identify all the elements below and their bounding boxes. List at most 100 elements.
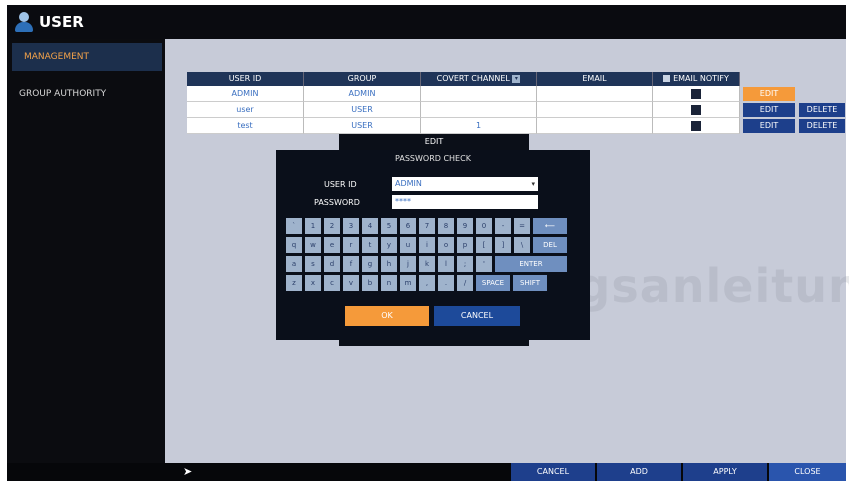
key[interactable]: 3 — [343, 218, 359, 234]
key[interactable]: a — [286, 256, 302, 272]
space-key[interactable]: SPACE — [476, 275, 510, 291]
key[interactable]: 0 — [476, 218, 492, 234]
key[interactable]: z — [286, 275, 302, 291]
cell-notify — [653, 118, 740, 134]
dialog-cancel-button[interactable]: CANCEL — [434, 306, 520, 326]
title-bar: USER — [7, 5, 846, 39]
key[interactable]: - — [495, 218, 511, 234]
cell-group: USER — [304, 118, 421, 134]
backspace-key[interactable]: ⟵ — [533, 218, 567, 234]
ok-button[interactable]: OK — [345, 306, 429, 326]
key[interactable]: [ — [476, 237, 492, 253]
key[interactable]: 6 — [400, 218, 416, 234]
close-button[interactable]: CLOSE — [769, 463, 846, 481]
notify-checkbox[interactable] — [691, 104, 701, 115]
key[interactable]: = — [514, 218, 530, 234]
col-user-id[interactable]: USER ID — [187, 72, 304, 86]
table-row[interactable]: ADMIN ADMIN — [187, 86, 740, 102]
mouse-cursor-icon: ➤ — [183, 465, 193, 478]
notify-checkbox[interactable] — [691, 120, 701, 131]
key[interactable]: p — [457, 237, 473, 253]
notify-checkbox[interactable] — [691, 88, 701, 99]
key[interactable]: 7 — [419, 218, 435, 234]
edit-button-row2[interactable]: EDIT — [743, 103, 795, 117]
key[interactable]: m — [400, 275, 416, 291]
key[interactable]: h — [381, 256, 397, 272]
sidebar-item-group-authority[interactable]: GROUP AUTHORITY — [7, 77, 165, 111]
apply-button[interactable]: APPLY — [683, 463, 767, 481]
key[interactable]: o — [438, 237, 454, 253]
sidebar-item-management[interactable]: MANAGEMENT — [12, 43, 162, 71]
key[interactable]: f — [343, 256, 359, 272]
key[interactable]: ] — [495, 237, 511, 253]
key[interactable]: b — [362, 275, 378, 291]
password-check-dialog: PASSWORD CHECK USER ID ADMIN ▾ PASSWORD … — [276, 150, 590, 340]
user-id-label: USER ID — [324, 180, 357, 189]
cell-group: USER — [304, 102, 421, 118]
cell-covert — [421, 86, 537, 102]
del-key[interactable]: DEL — [533, 237, 567, 253]
edit-button-row1[interactable]: EDIT — [743, 87, 795, 101]
backspace-icon: ⟵ — [544, 222, 556, 230]
table-row[interactable]: test USER 1 — [187, 118, 740, 134]
key[interactable]: t — [362, 237, 378, 253]
table-row[interactable]: user USER — [187, 102, 740, 118]
key[interactable]: v — [343, 275, 359, 291]
col-email-notify[interactable]: EMAIL NOTIFY — [653, 72, 740, 86]
key[interactable]: 5 — [381, 218, 397, 234]
key[interactable]: ` — [286, 218, 302, 234]
key[interactable]: . — [438, 275, 454, 291]
key[interactable]: 2 — [324, 218, 340, 234]
edit-button-row3[interactable]: EDIT — [743, 119, 795, 133]
key[interactable]: w — [305, 237, 321, 253]
key[interactable]: s — [305, 256, 321, 272]
key[interactable]: \ — [514, 237, 530, 253]
key[interactable]: u — [400, 237, 416, 253]
sidebar: MANAGEMENT GROUP AUTHORITY — [7, 39, 165, 463]
key[interactable]: 1 — [305, 218, 321, 234]
key[interactable]: d — [324, 256, 340, 272]
col-covert-channel[interactable]: COVERT CHANNEL ▾ — [421, 72, 537, 86]
key[interactable]: j — [400, 256, 416, 272]
window-title: USER — [39, 13, 84, 31]
enter-key[interactable]: ENTER — [495, 256, 567, 272]
key[interactable]: k — [419, 256, 435, 272]
key[interactable]: 8 — [438, 218, 454, 234]
bottom-bar: ➤ CANCEL ADD APPLY CLOSE — [7, 463, 846, 481]
chevron-down-icon: ▾ — [531, 180, 535, 188]
cancel-button[interactable]: CANCEL — [511, 463, 595, 481]
key[interactable]: , — [419, 275, 435, 291]
chevron-down-icon[interactable]: ▾ — [512, 74, 521, 83]
key[interactable]: r — [343, 237, 359, 253]
key[interactable]: 9 — [457, 218, 473, 234]
cell-email — [537, 118, 653, 134]
delete-button-row2[interactable]: DELETE — [799, 103, 845, 117]
key[interactable]: q — [286, 237, 302, 253]
cell-covert — [421, 102, 537, 118]
key[interactable]: ; — [457, 256, 473, 272]
key[interactable]: y — [381, 237, 397, 253]
key[interactable]: / — [457, 275, 473, 291]
add-button[interactable]: ADD — [597, 463, 681, 481]
delete-button-row3[interactable]: DELETE — [799, 119, 845, 133]
key[interactable]: l — [438, 256, 454, 272]
shift-key[interactable]: SHIFT — [513, 275, 547, 291]
key[interactable]: ' — [476, 256, 492, 272]
key[interactable]: e — [324, 237, 340, 253]
user-id-select[interactable]: ADMIN ▾ — [392, 177, 538, 191]
col-group[interactable]: GROUP — [304, 72, 421, 86]
key[interactable]: x — [305, 275, 321, 291]
col-email-notify-label: EMAIL NOTIFY — [673, 74, 729, 83]
password-field[interactable]: **** — [392, 195, 538, 209]
password-label: PASSWORD — [314, 198, 360, 207]
col-email[interactable]: EMAIL — [537, 72, 653, 86]
key[interactable]: 4 — [362, 218, 378, 234]
dialog-bottom-edge — [339, 340, 529, 346]
key[interactable]: n — [381, 275, 397, 291]
key[interactable]: i — [419, 237, 435, 253]
virtual-keyboard: ` 1 2 3 4 5 6 7 8 9 0 - = ⟵ q w e r t y … — [286, 218, 582, 294]
key[interactable]: g — [362, 256, 378, 272]
key[interactable]: c — [324, 275, 340, 291]
checkbox-all-icon[interactable] — [663, 75, 671, 82]
cell-user-id: user — [187, 102, 304, 118]
